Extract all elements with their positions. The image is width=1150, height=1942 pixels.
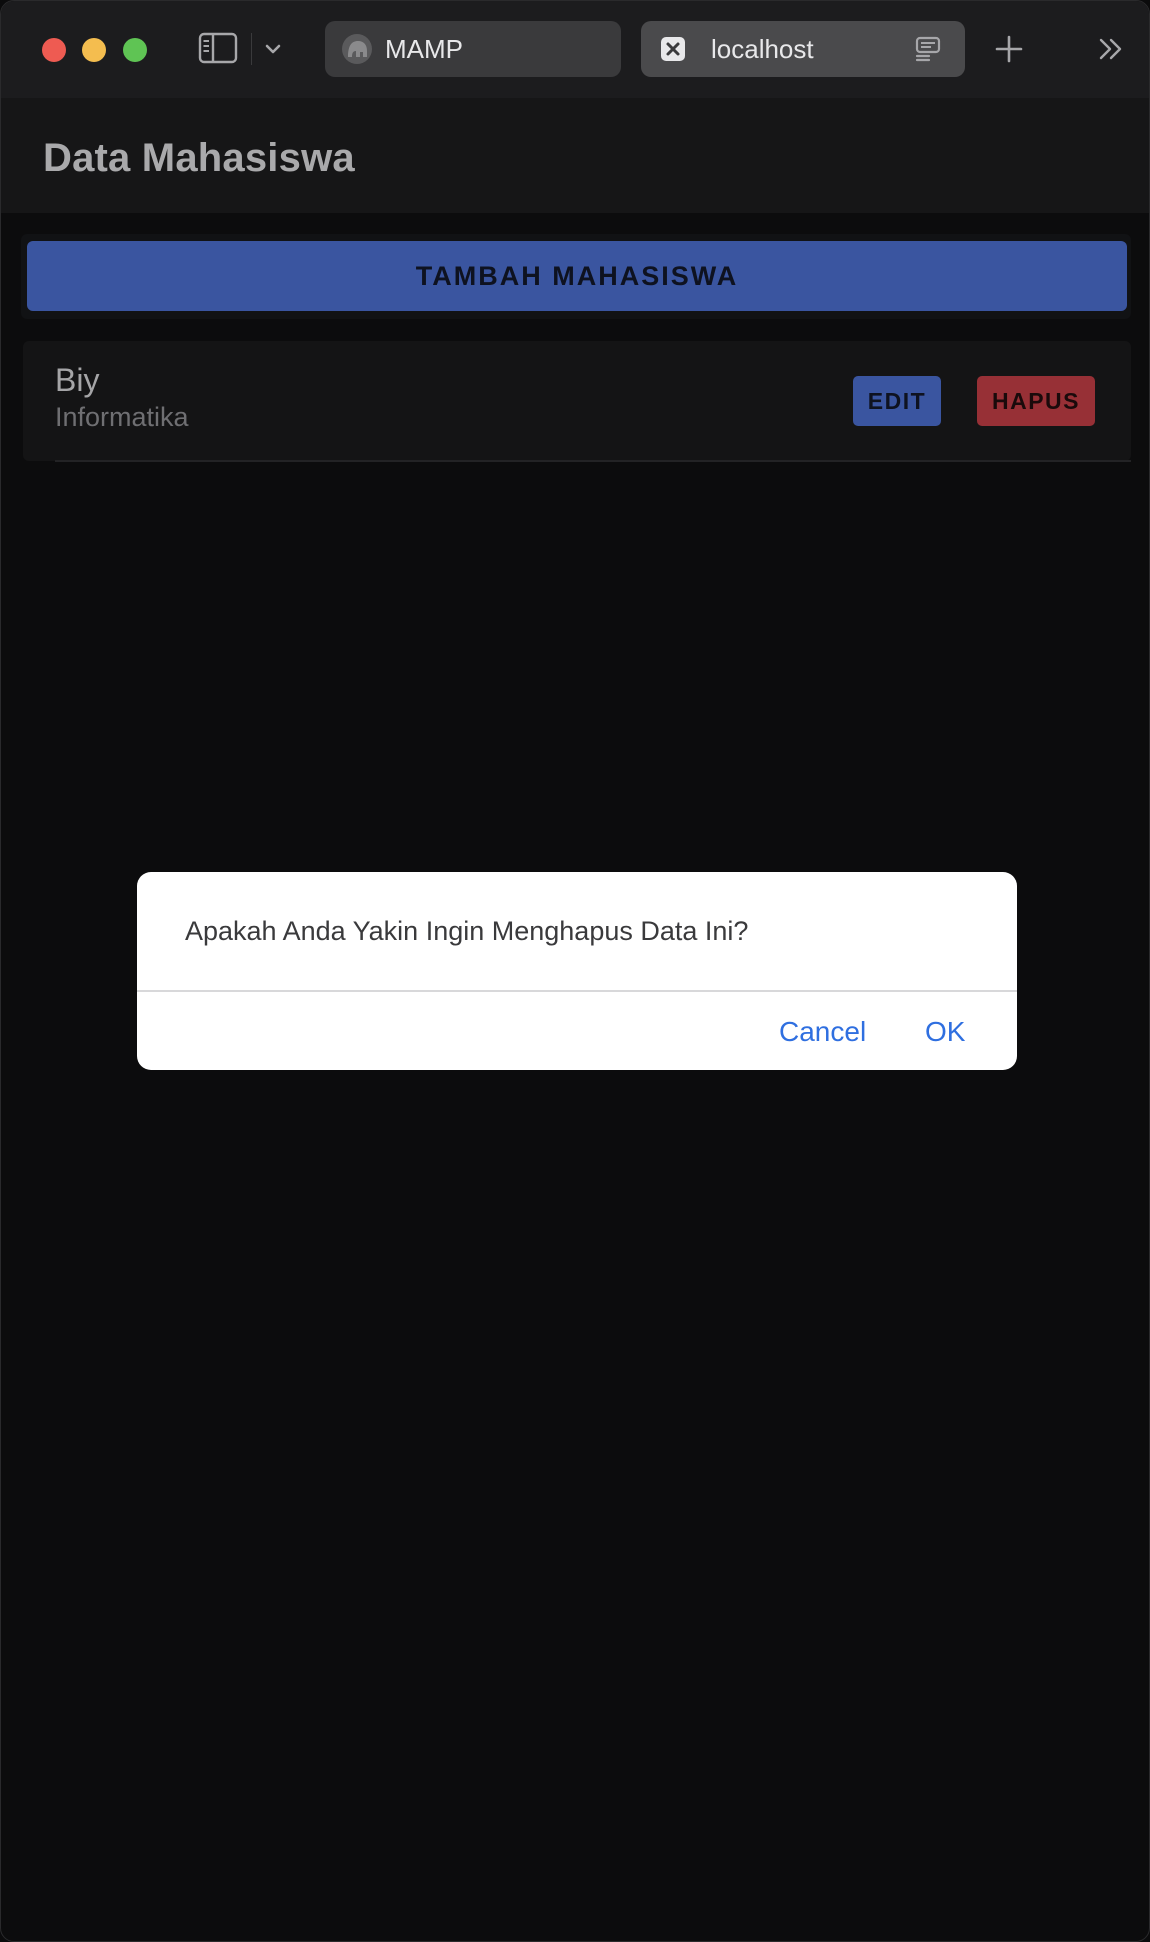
sidebar-icon (198, 32, 238, 64)
elephant-icon (341, 33, 373, 65)
chevron-down-icon (265, 44, 281, 54)
student-name: Biy (55, 362, 100, 398)
close-window-button[interactable] (42, 38, 66, 62)
plus-icon (995, 35, 1023, 63)
list-item[interactable] (23, 341, 1131, 461)
more-tabs-button[interactable] (1091, 29, 1131, 69)
new-tab-button[interactable] (989, 27, 1029, 71)
delete-button[interactable]: HAPUS (977, 376, 1095, 426)
ok-button[interactable]: OK (925, 1016, 965, 1048)
add-student-button[interactable]: TAMBAH MAHASISWA (27, 241, 1127, 311)
app-header: Data Mahasiswa (1, 98, 1149, 213)
sidebar-toggle-button[interactable] (197, 31, 239, 65)
edit-button[interactable]: EDIT (853, 376, 941, 426)
dialog-message: Apakah Anda Yakin Ingin Menghapus Data I… (185, 916, 749, 946)
close-icon[interactable] (657, 33, 689, 65)
tab-localhost[interactable]: localhost (641, 21, 965, 77)
browser-titlebar: MAMP localhost (1, 1, 1149, 98)
tab-mamp[interactable]: MAMP (325, 21, 621, 77)
toolbar-divider (251, 33, 252, 65)
list-divider (55, 460, 1131, 462)
dialog-divider (137, 990, 1017, 992)
confirm-dialog: Apakah Anda Yakin Ingin Menghapus Data I… (137, 872, 1017, 1070)
student-program: Informatika (55, 402, 189, 432)
double-chevron-right-icon (1099, 38, 1122, 60)
browser-window: MAMP localhost Data Mahasiswa TAMBAH MAH… (0, 0, 1150, 1942)
tab-label: MAMP (385, 33, 463, 64)
tab-groups-button[interactable] (259, 33, 287, 65)
page-title: Data Mahasiswa (43, 136, 355, 180)
tab-label: localhost (711, 33, 814, 64)
minimize-window-button[interactable] (82, 38, 106, 62)
zoom-window-button[interactable] (123, 38, 147, 62)
cancel-button[interactable]: Cancel (779, 1016, 866, 1048)
reader-icon[interactable] (911, 32, 945, 66)
